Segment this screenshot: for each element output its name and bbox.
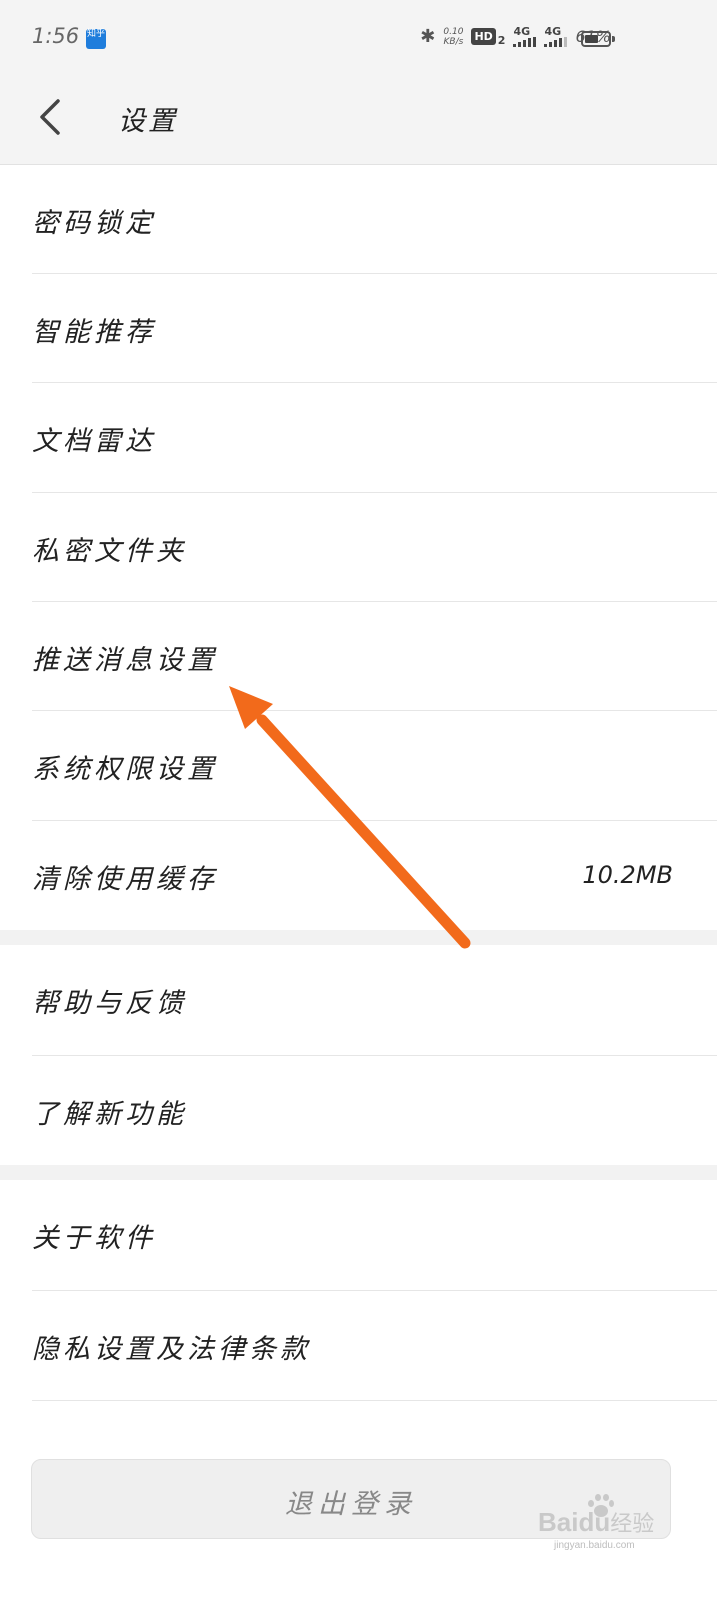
setting-doc-radar[interactable]: 文档雷达 xyxy=(0,383,717,492)
baidu-jingyan-watermark: Baidu经验 jingyan.baidu.com xyxy=(538,1494,668,1551)
setting-about[interactable]: 关于软件 xyxy=(0,1180,717,1289)
setting-privacy-legal[interactable]: 隐私设置及法律条款 xyxy=(0,1291,717,1400)
setting-label: 清除使用缓存 xyxy=(32,864,218,895)
battery-tip xyxy=(612,36,615,42)
sim1-network-type: 4G xyxy=(513,25,531,38)
sim2-network-type: 4G xyxy=(544,25,562,38)
section-gap xyxy=(0,930,717,945)
setting-label: 帮助与反馈 xyxy=(32,988,187,1019)
page-title: 设置 xyxy=(118,106,178,137)
setting-help-feedback[interactable]: 帮助与反馈 xyxy=(0,945,717,1054)
hd-voice-sub: 2 xyxy=(497,34,506,47)
setting-label: 密码锁定 xyxy=(32,208,156,239)
chevron-left-icon xyxy=(40,99,60,135)
status-bar: 1:56 知乎 ✱ 0.10 KB/s HD 2 4G 4G 61% xyxy=(0,0,717,80)
battery-icon xyxy=(581,31,611,47)
network-speed: 0.10 KB/s xyxy=(443,27,463,47)
watermark-brand-a: Bai xyxy=(538,1507,579,1537)
watermark-brand-b: du xyxy=(578,1507,611,1537)
setting-label: 隐私设置及法律条款 xyxy=(32,1334,311,1365)
setting-password-lock[interactable]: 密码锁定 xyxy=(0,165,717,274)
setting-private-folder[interactable]: 私密文件夹 xyxy=(0,493,717,602)
sim2-signal-icon: 4G xyxy=(544,25,568,47)
section-gap xyxy=(0,1165,717,1180)
network-speed-value: 0.10 xyxy=(443,26,464,37)
setting-label: 系统权限设置 xyxy=(32,754,218,785)
cache-size-value: 10.2MB xyxy=(582,861,673,889)
setting-label: 推送消息设置 xyxy=(32,645,218,676)
divider xyxy=(32,1400,717,1401)
setting-clear-cache[interactable]: 清除使用缓存 10.2MB xyxy=(0,821,717,930)
setting-label: 私密文件夹 xyxy=(32,536,187,567)
battery-level xyxy=(585,35,598,43)
bluetooth-icon: ✱ xyxy=(420,26,436,47)
sim1-signal-icon: 4G xyxy=(513,25,537,47)
back-button[interactable] xyxy=(32,95,72,139)
setting-label: 智能推荐 xyxy=(32,317,156,348)
setting-label: 了解新功能 xyxy=(32,1099,187,1130)
setting-push-notifications[interactable]: 推送消息设置 xyxy=(0,602,717,711)
status-time: 1:56 xyxy=(32,24,80,48)
setting-new-features[interactable]: 了解新功能 xyxy=(0,1056,717,1165)
zhihu-notification-icon: 知乎 xyxy=(86,29,106,49)
setting-system-permissions[interactable]: 系统权限设置 xyxy=(0,711,717,820)
watermark-url: jingyan.baidu.com xyxy=(554,1540,635,1551)
setting-label: 关于软件 xyxy=(32,1223,156,1254)
setting-smart-recommend[interactable]: 智能推荐 xyxy=(0,274,717,383)
network-speed-unit: KB/s xyxy=(443,36,464,47)
hd-voice-icon: HD xyxy=(471,28,496,45)
top-app-bar: 1:56 知乎 ✱ 0.10 KB/s HD 2 4G 4G 61% xyxy=(0,0,717,165)
watermark-brand: Baidu经验 xyxy=(538,1506,654,1538)
watermark-brand-cn: 经验 xyxy=(610,1511,655,1536)
setting-label: 文档雷达 xyxy=(32,426,156,457)
